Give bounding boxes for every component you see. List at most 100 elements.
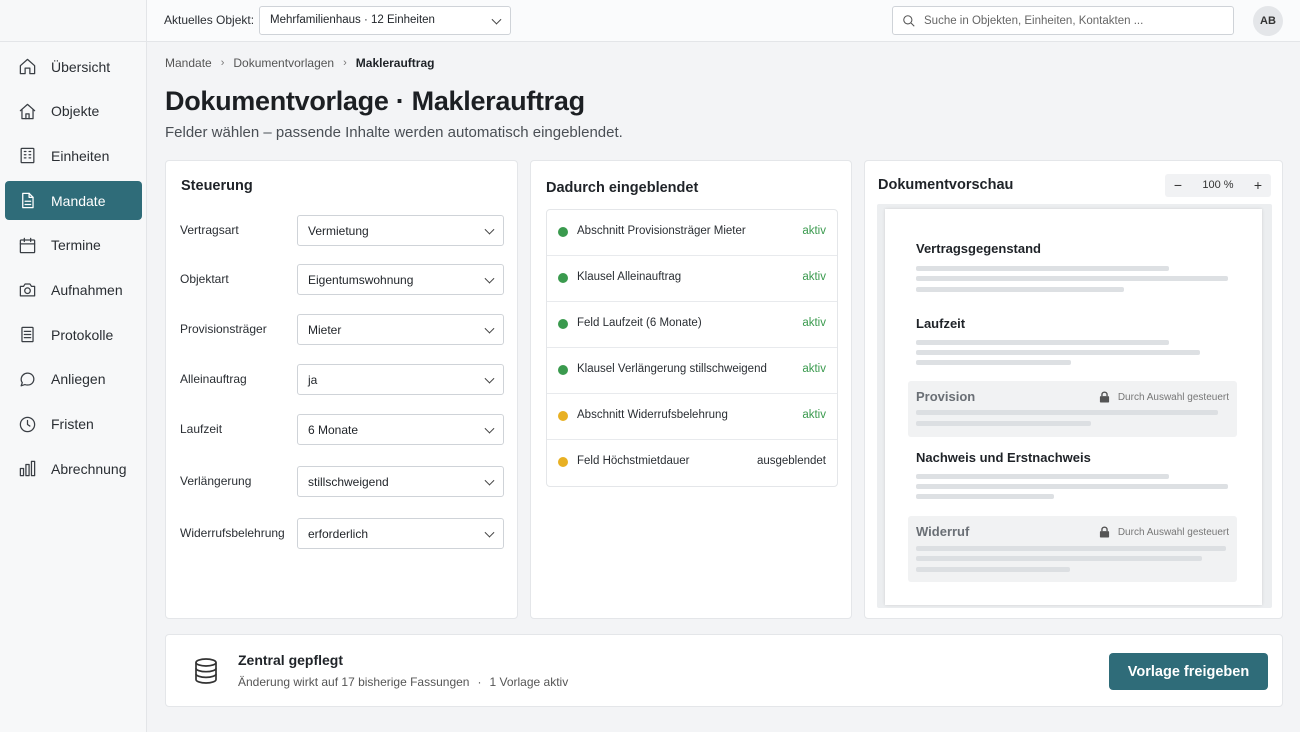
zoom-out-button[interactable]: − (1168, 177, 1188, 193)
breadcrumb-separator: › (343, 57, 347, 69)
select-value: Vermietung (308, 224, 369, 238)
control-label: Laufzeit (180, 422, 223, 436)
status-badge: aktiv (802, 409, 826, 421)
building-icon (17, 146, 37, 166)
chevron-down-icon (484, 373, 495, 384)
control-label: Widerrufsbelehrung (180, 526, 285, 540)
breadcrumb-mandate[interactable]: Mandate (165, 56, 212, 70)
laufzeit-select[interactable]: 6 Monate (297, 414, 504, 445)
widerrufsbelehrung-select[interactable]: erforderlich (297, 518, 504, 549)
sidebar-item-label: Fristen (51, 416, 94, 432)
status-dot (558, 411, 568, 421)
breadcrumb-dokumentvorlagen[interactable]: Dokumentvorlagen (233, 56, 334, 70)
status-badge: aktiv (802, 271, 826, 283)
text-placeholder (916, 410, 1218, 415)
list-item: Klausel Alleinauftrag aktiv (547, 256, 837, 302)
effect-label: Klausel Alleinauftrag (577, 271, 682, 283)
sidebar-nav: Übersicht Objekte Einheiten Mandate Term… (0, 47, 146, 488)
chevron-down-icon (484, 423, 495, 434)
effects-list: Abschnitt Provisionsträger Mieter aktiv … (546, 209, 838, 487)
select-value: Eigentumswohnung (308, 273, 414, 287)
controls-card: Steuerung Vertragsart Vermietung Objekta… (165, 160, 518, 619)
control-label: Vertragsart (180, 223, 239, 237)
text-placeholder (916, 484, 1228, 489)
chevron-down-icon (491, 14, 502, 25)
list-item: Feld Höchstmietdauer ausgeblendet (547, 440, 837, 486)
lock-note-text: Durch Auswahl gesteuert (1117, 526, 1229, 538)
effect-label: Klausel Verlängerung stillschweigend (577, 363, 767, 375)
status-dot (558, 273, 568, 283)
sidebar-item-label: Objekte (51, 103, 100, 120)
chevron-down-icon (484, 224, 495, 235)
page-subtitle: Felder wählen – passende Inhalte werden … (165, 124, 623, 141)
sidebar-item-uebersicht[interactable]: Übersicht (5, 47, 142, 86)
sidebar-item-anliegen[interactable]: Anliegen (5, 360, 142, 399)
control-label: Objektart (180, 272, 229, 286)
lock-note: Durch Auswahl gesteuert (1099, 526, 1229, 538)
sidebar-item-label: Termine (51, 237, 101, 254)
select-value: stillschweigend (308, 475, 389, 489)
bar-chart-icon (17, 459, 37, 479)
effect-label: Feld Höchstmietdauer (577, 455, 690, 467)
control-row-provisionstraeger: Provisionsträger Mieter (180, 314, 505, 345)
clock-icon (17, 414, 37, 434)
object-select[interactable]: Mehrfamilienhaus · 12 Einheiten (259, 6, 511, 35)
camera-icon (17, 280, 37, 300)
control-row-alleinauftrag: Alleinauftrag ja (180, 364, 505, 395)
zoom-in-button[interactable]: + (1248, 177, 1268, 193)
sidebar-item-abrechnung[interactable]: Abrechnung (5, 449, 142, 488)
list-icon (17, 325, 37, 345)
text-placeholder (916, 360, 1071, 365)
locked-section-widerruf: Widerruf Durch Auswahl gesteuert (908, 516, 1237, 582)
verlaengerung-select[interactable]: stillschweigend (297, 466, 504, 497)
control-label: Verlängerung (180, 474, 252, 488)
sidebar-item-objekte[interactable]: Objekte (5, 92, 142, 131)
alleinauftrag-select[interactable]: ja (297, 364, 504, 395)
sidebar-item-label: Mandate (51, 192, 106, 209)
sidebar-item-fristen[interactable]: Fristen (5, 405, 142, 444)
controls-title: Steuerung (181, 178, 253, 194)
lock-note: Durch Auswahl gesteuert (1099, 391, 1229, 403)
zoom-control: − 100 % + (1165, 174, 1271, 197)
doc-section-title: Laufzeit (916, 316, 966, 331)
footer-note-active: 1 Vorlage aktiv (489, 675, 569, 689)
lock-note-text: Durch Auswahl gesteuert (1117, 391, 1229, 403)
objektart-select[interactable]: Eigentumswohnung (297, 264, 504, 295)
status-badge: ausgeblendet (756, 455, 826, 467)
release-template-button[interactable]: Vorlage freigeben (1109, 653, 1268, 690)
avatar[interactable]: AB (1253, 6, 1283, 36)
search-box (892, 6, 1234, 35)
text-placeholder (916, 474, 1169, 479)
control-row-verlaengerung: Verlängerung stillschweigend (180, 466, 505, 497)
zoom-level: 100 % (1202, 179, 1234, 191)
status-dot (558, 319, 568, 329)
text-placeholder (916, 276, 1228, 281)
text-placeholder (916, 266, 1169, 271)
house-icon (17, 101, 37, 121)
preview-title: Dokumentvorschau (878, 177, 1014, 193)
footer-bar: Zentral gepflegt Änderung wirkt auf 17 b… (165, 634, 1283, 707)
sidebar-item-mandate[interactable]: Mandate (5, 181, 142, 221)
preview-card: Dokumentvorschau − 100 % + Vertragsgegen… (864, 160, 1283, 619)
sidebar-header (0, 0, 146, 42)
status-badge: aktiv (802, 363, 826, 375)
vertragsart-select[interactable]: Vermietung (297, 215, 504, 246)
text-placeholder (916, 287, 1124, 292)
sidebar-item-aufnahmen[interactable]: Aufnahmen (5, 270, 142, 309)
sidebar-item-protokolle[interactable]: Protokolle (5, 315, 142, 354)
topbar: Aktuelles Objekt: Mehrfamilienhaus · 12 … (147, 0, 1300, 42)
select-value: Mieter (308, 323, 342, 337)
text-placeholder (916, 340, 1169, 345)
effect-label: Feld Laufzeit (6 Monate) (577, 317, 702, 329)
control-row-vertragsart: Vertragsart Vermietung (180, 215, 505, 246)
sidebar-item-label: Einheiten (51, 147, 110, 164)
search-input[interactable] (924, 7, 1224, 34)
sidebar-item-label: Abrechnung (51, 460, 127, 477)
control-label: Provisionsträger (180, 322, 267, 336)
select-value: 6 Monate (308, 423, 359, 437)
provisionstraeger-select[interactable]: Mieter (297, 314, 504, 345)
sidebar-item-einheiten[interactable]: Einheiten (5, 136, 142, 175)
document-page: Vertragsgegenstand Laufzeit Provision Du… (885, 209, 1262, 605)
sidebar-item-termine[interactable]: Termine (5, 226, 142, 265)
text-placeholder (916, 421, 1091, 426)
